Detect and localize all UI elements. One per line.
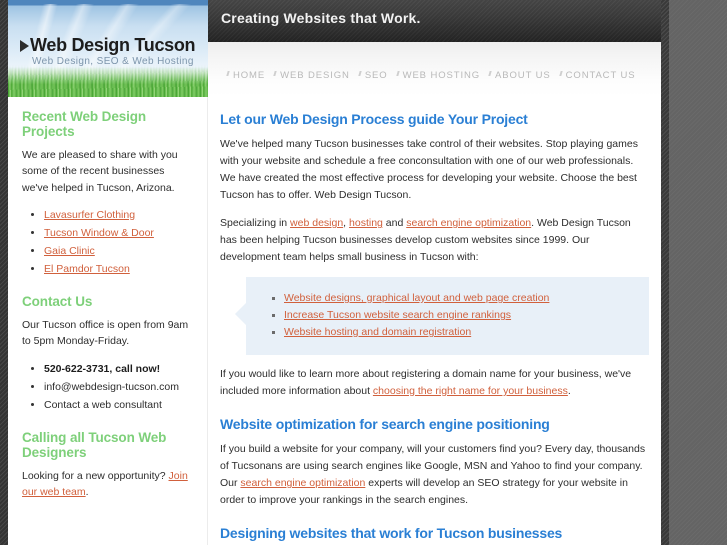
sidebar-heading-projects: Recent Web Design Projects <box>22 109 147 139</box>
careers-text-before: Looking for a new opportunity? <box>22 469 169 482</box>
sidebar-careers-paragraph: Looking for a new opportunity? Join our … <box>22 468 193 501</box>
careers-text-after: . <box>85 485 89 498</box>
main-paragraph-intro: We've helped many Tucson businesses take… <box>220 138 638 201</box>
inline-link-seo-experts[interactable]: search engine optimization <box>240 477 365 489</box>
service-link-website-designs[interactable]: Website designs, graphical layout and we… <box>284 292 549 304</box>
project-link-tucson-window-door[interactable]: Tucson Window & Door <box>44 227 154 239</box>
list-item: El Pamdor Tucson <box>44 260 193 278</box>
page-left-border-rail <box>0 0 8 545</box>
nav-tick-icon <box>358 71 362 76</box>
contact-consultant: Contact a web consultant <box>44 398 162 411</box>
nav-label: WEB HOSTING <box>402 70 481 81</box>
main-paragraph-specializing: Specializing in web design, hosting and … <box>220 215 649 266</box>
list-item: info@webdesign-tucson.com <box>44 378 193 396</box>
inline-link-hosting[interactable]: hosting <box>349 217 383 229</box>
sidebar-contact-paragraph: Our Tucson office is open from 9am to 5p… <box>22 318 189 348</box>
sidebar-contact-list: 520-622-3731, call now! info@webdesign-t… <box>22 360 193 414</box>
nav-label: SEO <box>364 70 388 81</box>
inline-link-web-design[interactable]: web design <box>290 217 343 229</box>
nav-item-home[interactable]: HOME <box>226 70 266 81</box>
main-heading-process: Let our Web Design Process guide Your Pr… <box>220 111 528 127</box>
site-logo-banner[interactable]: Web Design Tucson Web Design, SEO & Web … <box>8 0 208 97</box>
list-item: Contact a web consultant <box>44 396 193 414</box>
contact-phone: 520-622-3731, call now! <box>44 362 161 375</box>
nav-item-seo[interactable]: SEO <box>358 70 388 81</box>
main-content: Let our Web Design Process guide Your Pr… <box>208 97 661 545</box>
main-paragraph-domain: If you would like to learn more about re… <box>220 366 649 400</box>
text-fragment: and <box>382 217 407 229</box>
contact-email: info@webdesign-tucson.com <box>44 380 179 393</box>
nav-label: HOME <box>233 70 266 81</box>
main-paragraph-optimization: If you build a website for your company,… <box>220 441 649 509</box>
nav-item-web-design[interactable]: WEB DESIGN <box>273 70 350 81</box>
site-subtitle: Web Design, SEO & Web Hosting <box>32 56 194 67</box>
services-callout-box: Website designs, graphical layout and we… <box>235 277 649 355</box>
tagline-bar: Creating Websites that Work. <box>208 0 661 42</box>
sidebar-heading-contact: Contact Us <box>22 293 93 309</box>
text-fragment: . <box>567 385 571 397</box>
primary-navigation: HOME WEB DESIGN SEO WEB HOSTING ABOUT US… <box>226 70 645 81</box>
main-heading-designing: Designing websites that work for Tucson … <box>220 525 563 541</box>
list-item: 520-622-3731, call now! <box>44 360 193 378</box>
list-item: Website hosting and domain registration <box>284 324 639 341</box>
nav-tick-icon <box>273 71 277 76</box>
list-item: Tucson Window & Door <box>44 224 193 242</box>
list-item: Lavasurfer Clothing <box>44 206 193 224</box>
sidebar: Recent Web Design Projects We are please… <box>8 97 207 545</box>
list-item: Increase Tucson website search engine ra… <box>284 307 639 324</box>
nav-item-about-us[interactable]: ABOUT US <box>488 70 551 81</box>
nav-tick-icon <box>226 71 230 76</box>
project-link-lavasurfer[interactable]: Lavasurfer Clothing <box>44 209 135 221</box>
tagline-text: Creating Websites that Work. <box>221 10 421 26</box>
list-item: Website designs, graphical layout and we… <box>284 290 639 307</box>
project-link-gaia-clinic[interactable]: Gaia Clinic <box>44 245 95 257</box>
nav-label: CONTACT US <box>565 70 636 81</box>
service-link-hosting-domain[interactable]: Website hosting and domain registration <box>284 326 471 338</box>
navigation-bar: HOME WEB DESIGN SEO WEB HOSTING ABOUT US… <box>208 42 661 97</box>
main-heading-optimization: Website optimization for search engine p… <box>220 416 550 432</box>
sidebar-heading-careers: Calling all Tucson Web Designers <box>22 429 167 460</box>
inline-link-seo[interactable]: search engine optimization <box>406 217 531 229</box>
nav-tick-icon <box>488 71 492 76</box>
text-fragment: Specializing in <box>220 217 291 229</box>
page-right-border-rail <box>661 0 669 545</box>
list-item: Gaia Clinic <box>44 242 193 260</box>
nav-label: WEB DESIGN <box>280 70 350 81</box>
arrow-right-icon <box>20 40 29 52</box>
sidebar-projects-paragraph: We are pleased to share with you some of… <box>22 149 178 194</box>
service-link-search-rankings[interactable]: Increase Tucson website search engine ra… <box>284 309 511 321</box>
nav-tick-icon <box>558 71 563 76</box>
website-page: Web Design Tucson Web Design, SEO & Web … <box>0 0 669 545</box>
inline-link-choosing-name[interactable]: choosing the right name for your busines… <box>373 385 568 397</box>
sidebar-project-list: Lavasurfer Clothing Tucson Window & Door… <box>22 206 193 278</box>
nav-item-contact-us[interactable]: CONTACT US <box>558 70 636 81</box>
nav-tick-icon <box>395 71 400 76</box>
services-list: Website designs, graphical layout and we… <box>256 290 639 341</box>
project-link-el-pamdor[interactable]: El Pamdor Tucson <box>44 263 130 275</box>
nav-label: ABOUT US <box>495 70 551 81</box>
site-title: Web Design Tucson <box>30 35 196 55</box>
grass-tips-graphic <box>8 65 208 97</box>
nav-item-web-hosting[interactable]: WEB HOSTING <box>395 70 481 81</box>
